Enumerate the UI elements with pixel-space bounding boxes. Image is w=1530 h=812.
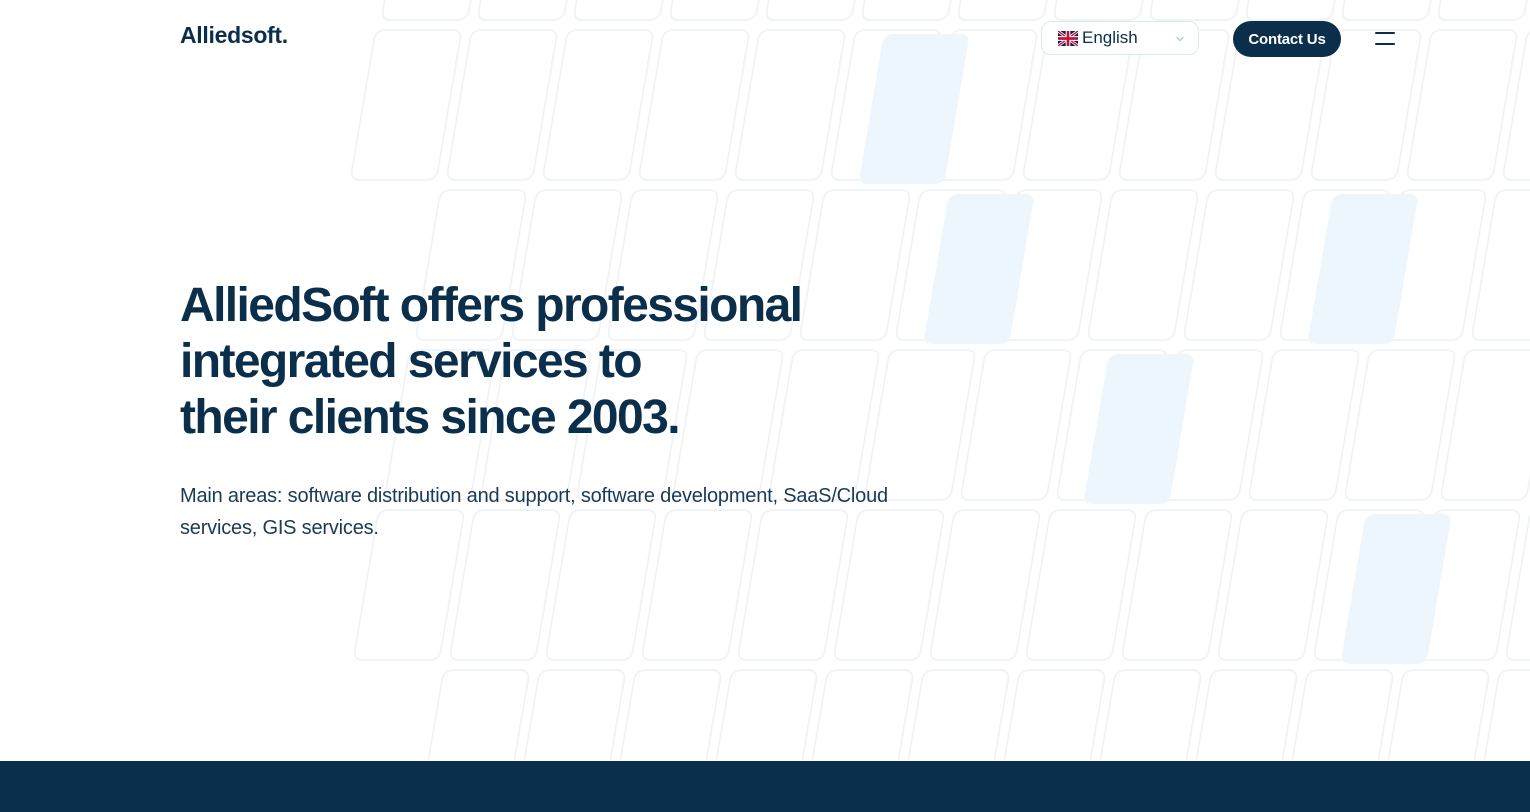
background-tile bbox=[1183, 189, 1295, 341]
menu-line-bottom bbox=[1375, 43, 1395, 45]
background-tile bbox=[1003, 669, 1106, 760]
language-select[interactable]: English bbox=[1041, 21, 1199, 55]
background-tile bbox=[1387, 669, 1490, 760]
site-header: Alliedsoft. English Contact Us bbox=[0, 0, 1530, 78]
background-tile bbox=[991, 189, 1103, 341]
hero-title: AlliedSoft offers professional integrate… bbox=[180, 278, 1000, 446]
menu-line-top bbox=[1375, 32, 1395, 34]
background-tile bbox=[1121, 509, 1233, 661]
hamburger-menu-icon[interactable] bbox=[1373, 28, 1397, 50]
hero-subtitle: Main areas: software distribution and su… bbox=[180, 480, 960, 544]
background-tile-highlight bbox=[1084, 354, 1194, 504]
logo[interactable]: Alliedsoft. bbox=[180, 22, 288, 49]
hero-section: AlliedSoft offers professional integrate… bbox=[180, 278, 1000, 544]
chevron-down-icon bbox=[1176, 36, 1184, 42]
background-tile bbox=[1313, 509, 1425, 661]
background-tile bbox=[1195, 669, 1298, 760]
background-tile bbox=[1471, 189, 1530, 341]
background-tile bbox=[1217, 509, 1329, 661]
background-tile-highlight bbox=[1308, 194, 1418, 344]
background-tile bbox=[1056, 349, 1168, 501]
background-tile bbox=[523, 669, 626, 760]
background-tile bbox=[1483, 669, 1530, 760]
background-tile bbox=[1152, 349, 1264, 501]
background-tile bbox=[1248, 349, 1360, 501]
background-tile bbox=[1279, 189, 1391, 341]
hero-title-line-2: integrated services to bbox=[180, 335, 643, 388]
background-tile bbox=[427, 669, 530, 760]
footer-band bbox=[0, 761, 1530, 812]
background-tile bbox=[1344, 349, 1456, 501]
page: Alliedsoft. English Contact Us AlliedSof… bbox=[0, 0, 1530, 812]
background-tile bbox=[619, 669, 722, 760]
background-tile bbox=[1505, 514, 1530, 661]
hero-subtitle-line-2: services, GIS services. bbox=[180, 517, 379, 539]
background-tile bbox=[1409, 509, 1521, 661]
background-tile bbox=[1291, 669, 1394, 760]
background-tile-highlight bbox=[1341, 514, 1451, 664]
language-label: English bbox=[1082, 28, 1138, 47]
contact-us-button[interactable]: Contact Us bbox=[1233, 21, 1341, 57]
background-tile bbox=[1375, 189, 1487, 341]
hero-subtitle-line-1: Main areas: software distribution and su… bbox=[180, 485, 888, 507]
hero-title-line-3: their clients since 2003. bbox=[180, 391, 681, 444]
hero-title-line-1: AlliedSoft offers professional bbox=[180, 279, 803, 332]
background-tile bbox=[811, 669, 914, 760]
background-tile bbox=[715, 669, 818, 760]
background-tile bbox=[1025, 509, 1137, 661]
background-tile bbox=[1099, 669, 1202, 760]
uk-flag-icon bbox=[1058, 30, 1078, 46]
background-tile bbox=[1440, 349, 1530, 501]
background-tile bbox=[1087, 189, 1199, 341]
background-tile bbox=[907, 669, 1010, 760]
